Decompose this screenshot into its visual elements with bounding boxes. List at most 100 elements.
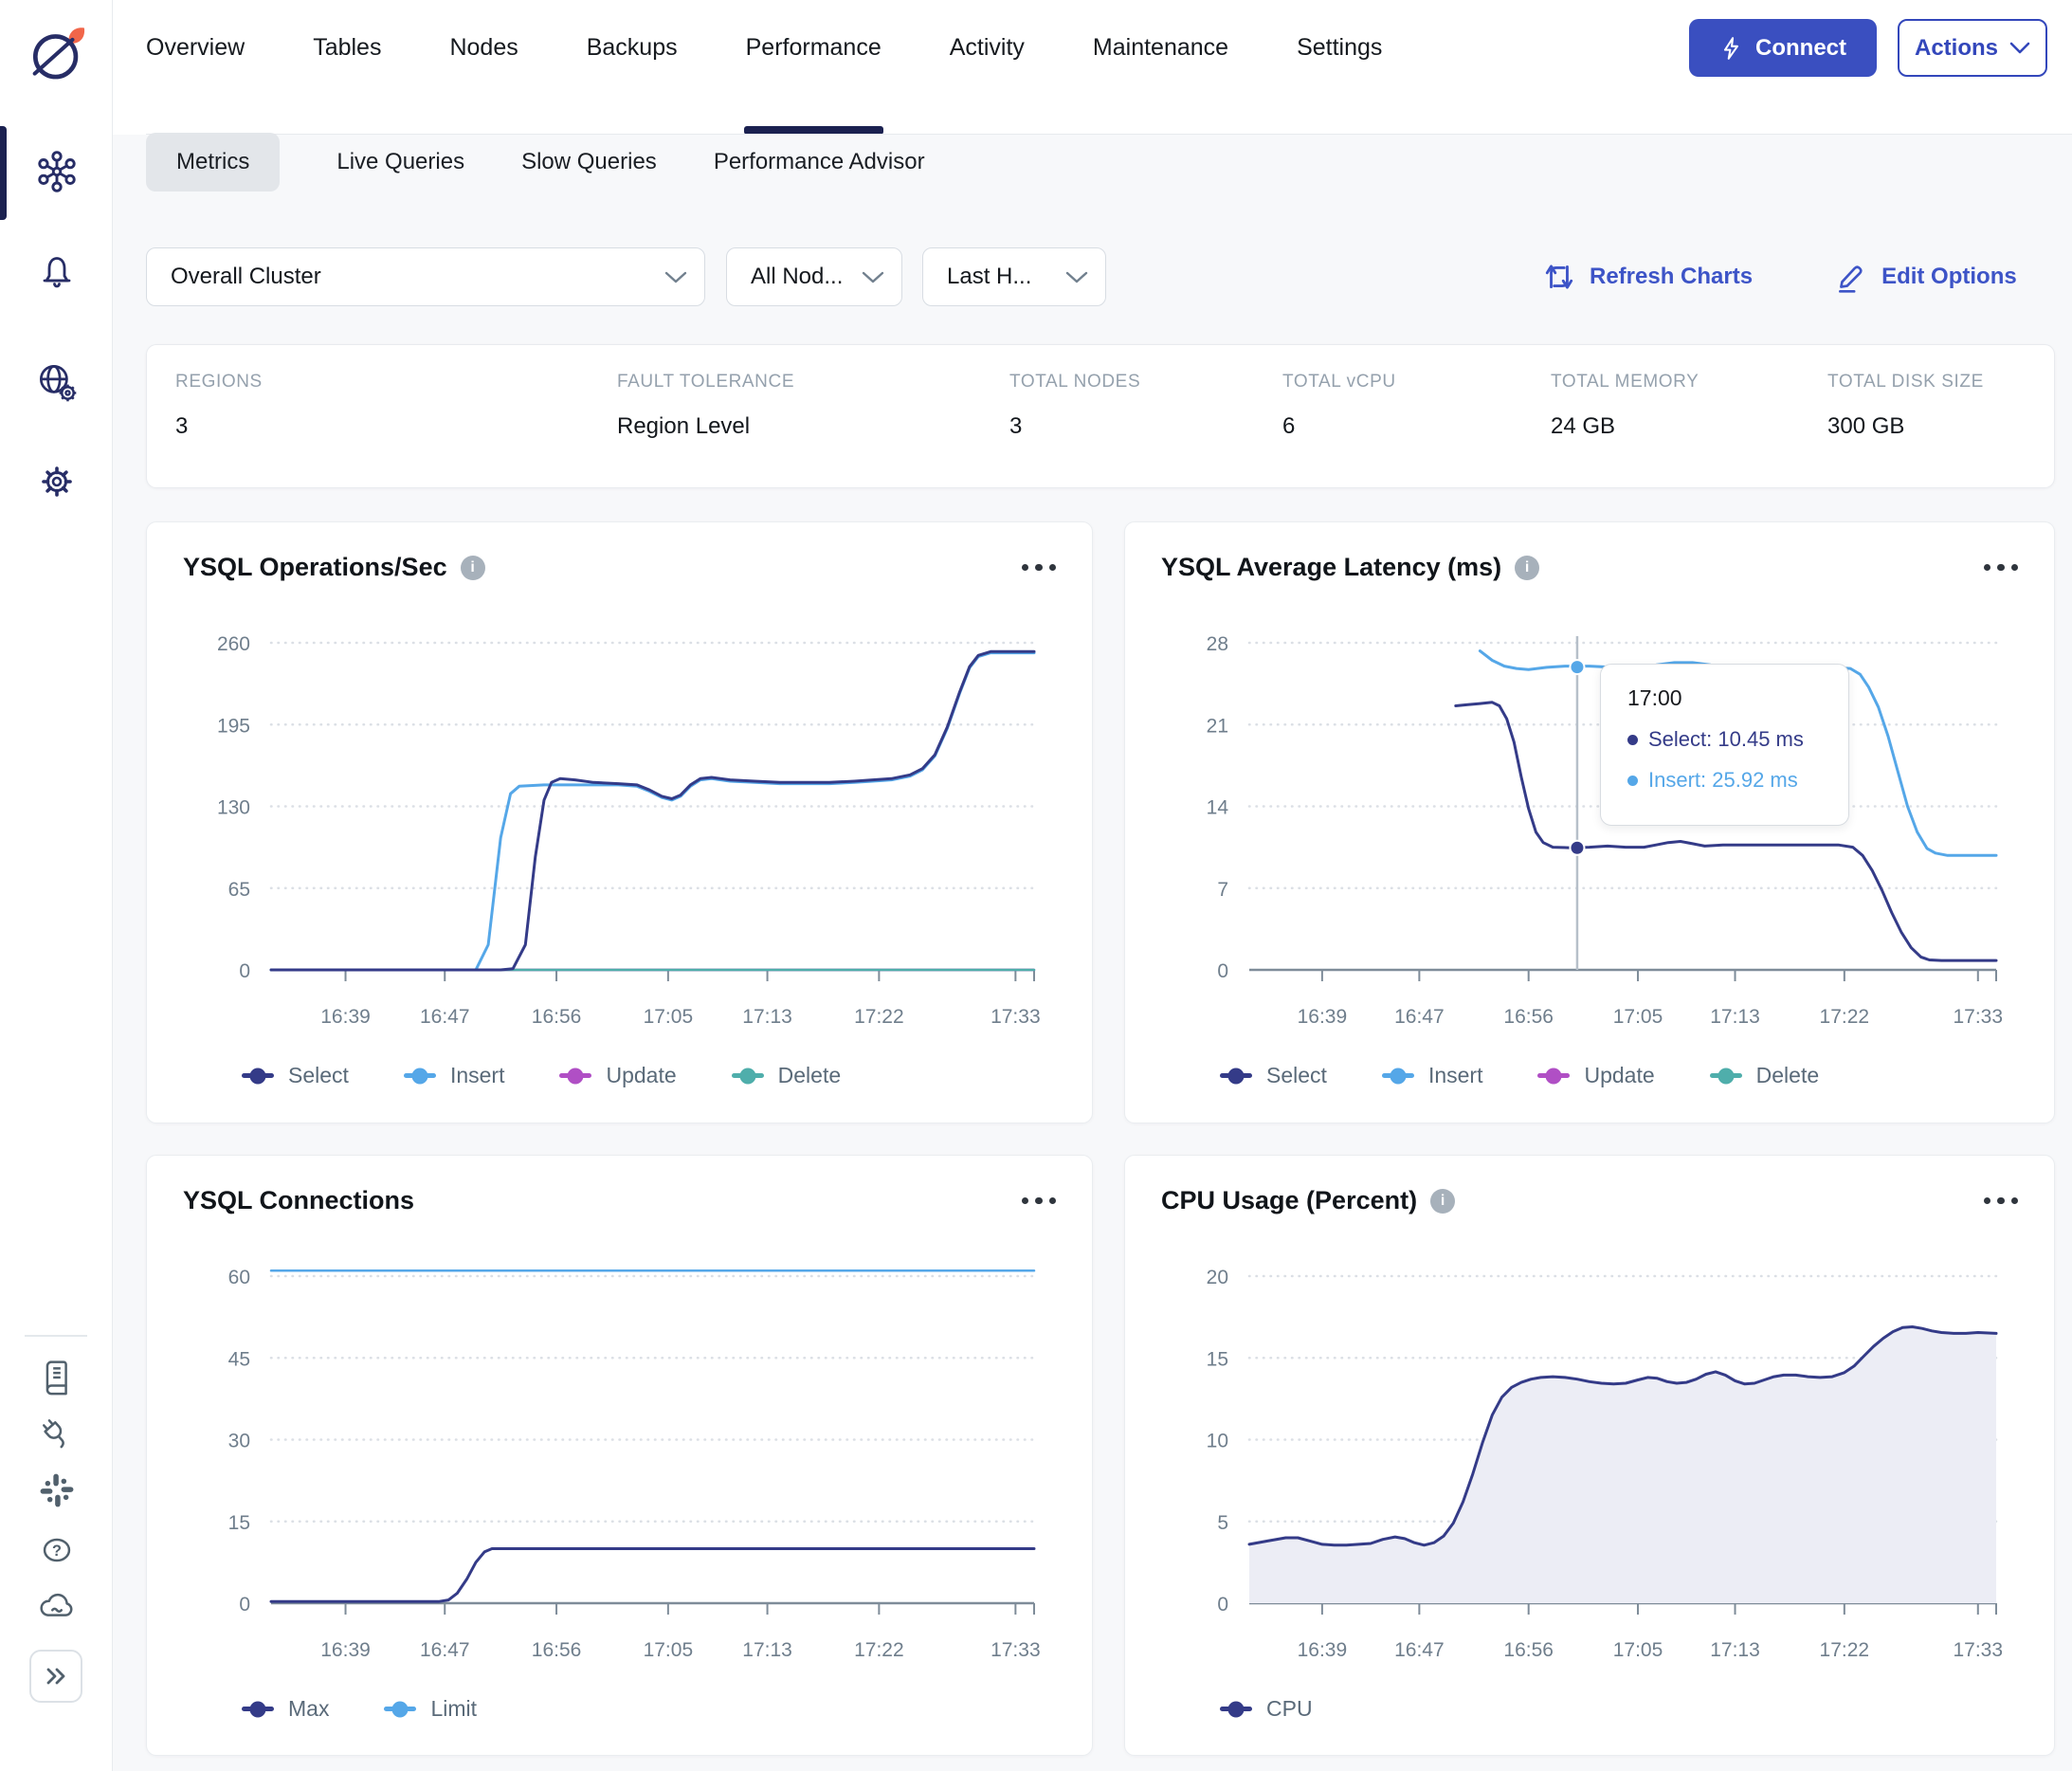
ysql-operations-chart[interactable]: 0 65 130 195 260 16:39 16:47 16:56 17:05 17:13 17:… xyxy=(147,617,1094,1034)
svg-text:17:13: 17:13 xyxy=(742,1639,792,1661)
actions-button[interactable]: Actions xyxy=(1898,19,2047,77)
tooltip-time: 17:00 xyxy=(1627,685,1682,710)
nodes-select-value: All Nod... xyxy=(751,264,844,289)
legend-label: Delete xyxy=(1755,1063,1820,1087)
lightning-bolt-icon xyxy=(1723,36,1738,60)
svg-text:130: 130 xyxy=(217,797,250,819)
subtab-metrics[interactable]: Metrics xyxy=(146,133,281,192)
clusters-icon xyxy=(37,151,76,192)
chart-menu-button[interactable] xyxy=(1983,563,2018,572)
chart-menu-button[interactable] xyxy=(1021,563,1056,572)
chart-menu-button[interactable] xyxy=(1983,1196,2018,1205)
svg-text:17:33: 17:33 xyxy=(991,1006,1041,1028)
legend-item-delete[interactable]: Delete xyxy=(731,1063,842,1088)
edit-options-link[interactable]: Edit Options xyxy=(1834,260,2017,294)
sidebar-item-docs[interactable] xyxy=(0,1354,113,1397)
yugabyte-logo[interactable] xyxy=(0,23,113,85)
legend-item-cpu[interactable]: CPU xyxy=(1220,1696,1313,1722)
legend-item-insert[interactable]: Insert xyxy=(403,1063,504,1088)
svg-text:21: 21 xyxy=(1207,715,1228,737)
tab-performance[interactable]: Performance xyxy=(743,0,883,135)
svg-text:16:39: 16:39 xyxy=(1298,1006,1348,1028)
tab-settings[interactable]: Settings xyxy=(1297,0,1382,135)
sidebar-item-settings[interactable] xyxy=(0,459,113,504)
legend-item-select[interactable]: Select xyxy=(242,1063,349,1088)
stat-total-disk: TOTAL DISK SIZE 300 GB xyxy=(1827,372,1984,439)
sidebar-item-slack[interactable] xyxy=(0,1470,113,1511)
svg-text:60: 60 xyxy=(228,1267,250,1288)
legend-item-update[interactable]: Update xyxy=(559,1063,677,1088)
chart-legend: Max Limit xyxy=(242,1696,477,1722)
info-icon[interactable]: i xyxy=(1430,1188,1456,1214)
tab-maintenance[interactable]: Maintenance xyxy=(1093,0,1228,135)
sidebar-item-integrations[interactable] xyxy=(0,1413,113,1456)
legend-label: Limit xyxy=(430,1696,478,1721)
sidebar-item-network[interactable] xyxy=(0,358,113,406)
chart-title: YSQL Average Latency (ms) xyxy=(1161,553,1502,581)
svg-text:17:33: 17:33 xyxy=(1953,1006,2003,1028)
svg-text:17:22: 17:22 xyxy=(854,1006,904,1028)
tab-tables[interactable]: Tables xyxy=(313,0,381,135)
connect-button[interactable]: Connect xyxy=(1689,19,1877,77)
svg-text:17:13: 17:13 xyxy=(1710,1006,1760,1028)
tab-activity[interactable]: Activity xyxy=(950,0,1025,135)
svg-text:17:05: 17:05 xyxy=(644,1006,694,1028)
cluster-tabs: Overview Tables Nodes Backups Performanc… xyxy=(146,0,1382,135)
info-icon[interactable]: i xyxy=(1515,555,1540,580)
edit-options-label: Edit Options xyxy=(1881,264,2017,289)
chevron-down-icon xyxy=(862,271,884,283)
cluster-select[interactable]: Overall Cluster xyxy=(146,247,705,306)
chevron-down-icon xyxy=(1065,271,1088,283)
collapse-sidebar-button[interactable] xyxy=(29,1650,82,1703)
tab-overview[interactable]: Overview xyxy=(146,0,245,135)
chart-title: CPU Usage (Percent) xyxy=(1161,1186,1418,1214)
subtab-live-queries[interactable]: Live Queries xyxy=(336,149,464,175)
tooltip-row: Select: 10.45 ms xyxy=(1627,727,1829,752)
ysql-latency-chart[interactable]: 0 7 14 21 28 16:39 16:47 16:56 17:05 17:13 17:22 17… xyxy=(1125,617,2056,1034)
legend-item-select[interactable]: Select xyxy=(1220,1063,1327,1088)
legend-item-insert[interactable]: Insert xyxy=(1381,1063,1482,1088)
svg-text:16:47: 16:47 xyxy=(420,1639,470,1661)
time-range-select[interactable]: Last H... xyxy=(922,247,1106,306)
refresh-charts-link[interactable]: Refresh Charts xyxy=(1542,260,1753,294)
sidebar-item-clusters[interactable] xyxy=(0,148,113,195)
svg-text:16:39: 16:39 xyxy=(320,1006,371,1028)
ysql-connections-chart[interactable]: 0 15 30 45 60 16:39 16:47 16:56 17:05 17:13 17:22 1… xyxy=(147,1251,1094,1668)
double-chevron-right-icon xyxy=(46,1668,65,1685)
info-icon[interactable]: i xyxy=(460,555,485,580)
plug-icon xyxy=(42,1419,64,1449)
legend-item-limit[interactable]: Limit xyxy=(384,1696,477,1722)
sidebar-item-cloud[interactable] xyxy=(0,1585,113,1629)
svg-text:16:47: 16:47 xyxy=(1394,1006,1445,1028)
stat-total-nodes: TOTAL NODES 3 xyxy=(1009,372,1141,439)
actions-button-label: Actions xyxy=(1914,34,1998,61)
cloud-icon xyxy=(39,1593,72,1616)
subtab-slow-queries[interactable]: Slow Queries xyxy=(521,149,657,175)
gear-icon xyxy=(41,466,72,497)
stat-regions: REGIONS 3 xyxy=(175,372,263,439)
top-nav: Overview Tables Nodes Backups Performanc… xyxy=(113,0,2072,135)
nodes-select[interactable]: All Nod... xyxy=(726,247,902,306)
svg-text:0: 0 xyxy=(1217,960,1228,982)
legend-label: Delete xyxy=(777,1063,842,1087)
sidebar-item-help[interactable]: ? xyxy=(0,1528,113,1572)
svg-text:?: ? xyxy=(52,1543,62,1560)
stat-total-vcpu: TOTAL vCPU 6 xyxy=(1282,372,1396,439)
svg-text:260: 260 xyxy=(217,633,250,655)
svg-text:16:56: 16:56 xyxy=(1503,1006,1554,1028)
svg-text:16:39: 16:39 xyxy=(320,1639,371,1661)
legend-item-update[interactable]: Update xyxy=(1537,1063,1655,1088)
svg-text:45: 45 xyxy=(228,1348,250,1370)
sidebar-item-alerts[interactable] xyxy=(0,250,113,296)
tab-backups[interactable]: Backups xyxy=(587,0,678,135)
chart-menu-button[interactable] xyxy=(1021,1196,1056,1205)
legend-item-delete[interactable]: Delete xyxy=(1709,1063,1820,1088)
book-icon xyxy=(45,1360,67,1396)
cpu-usage-chart[interactable]: 0 5 10 15 20 16:39 16:47 16:56 17:05 17:13 17:22 17… xyxy=(1125,1251,2056,1668)
legend-item-max[interactable]: Max xyxy=(242,1696,329,1722)
tab-nodes[interactable]: Nodes xyxy=(449,0,518,135)
slack-icon xyxy=(40,1473,73,1507)
time-range-select-value: Last H... xyxy=(947,264,1032,289)
subtab-performance-advisor[interactable]: Performance Advisor xyxy=(714,149,925,175)
svg-text:7: 7 xyxy=(1217,879,1228,901)
